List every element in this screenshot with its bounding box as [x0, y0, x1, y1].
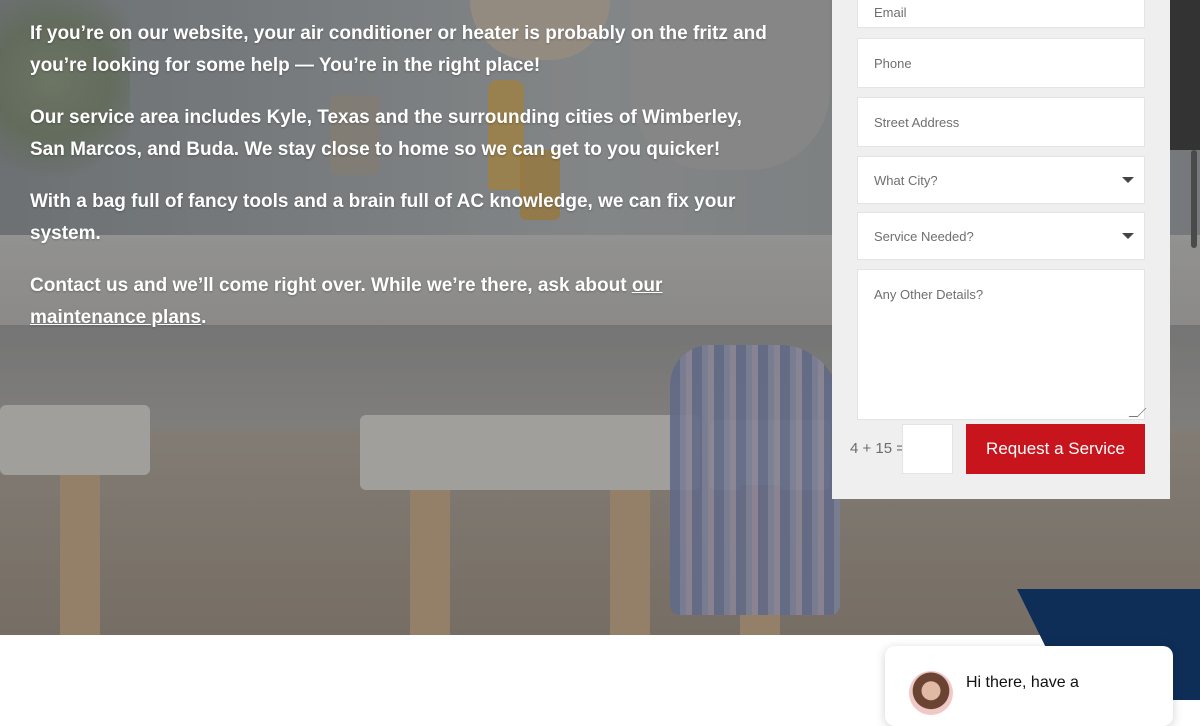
city-select[interactable]: What City? [857, 156, 1145, 204]
details-placeholder: Any Other Details? [874, 287, 984, 302]
service-select[interactable]: Service Needed? [857, 212, 1145, 260]
resize-handle-icon[interactable] [1128, 408, 1147, 417]
phone-field[interactable]: Phone [857, 38, 1145, 88]
chat-greeting: Hi there, have a [966, 674, 1079, 691]
phone-placeholder: Phone [874, 55, 912, 71]
scrollbar-thumb[interactable] [1191, 150, 1197, 248]
request-service-button[interactable]: Request a Service [966, 424, 1145, 474]
chat-widget[interactable]: Hi there, have a [885, 646, 1173, 726]
email-field[interactable]: Email [857, 0, 1145, 28]
details-textarea[interactable]: Any Other Details? [857, 269, 1147, 420]
chevron-down-icon [1122, 233, 1134, 239]
service-select-value: Service Needed? [874, 228, 974, 244]
service-request-form: Email Phone Street Address What City? Se… [832, 0, 1170, 499]
captcha-answer-input[interactable] [902, 424, 953, 474]
avatar [909, 671, 953, 715]
intro-paragraph-2: Our service area includes Kyle, Texas an… [30, 107, 742, 160]
intro-copy: If you’re on our website, your air condi… [30, 18, 780, 354]
email-placeholder: Email [874, 4, 907, 20]
intro-paragraph-4: Contact us and we’ll come right over. Wh… [30, 270, 780, 334]
intro-paragraph-1: If you’re on our website, your air condi… [30, 23, 767, 76]
chevron-down-icon [1122, 177, 1134, 183]
intro-paragraph-4-text: Contact us and we’ll come right over. Wh… [30, 275, 632, 296]
captcha-question: 4 + 15 = [850, 440, 906, 457]
street-address-placeholder: Street Address [874, 114, 960, 130]
intro-paragraph-3: With a bag full of fancy tools and a bra… [30, 191, 736, 244]
intro-paragraph-4-end: . [201, 307, 207, 328]
street-address-field[interactable]: Street Address [857, 97, 1145, 147]
city-select-value: What City? [874, 172, 938, 188]
